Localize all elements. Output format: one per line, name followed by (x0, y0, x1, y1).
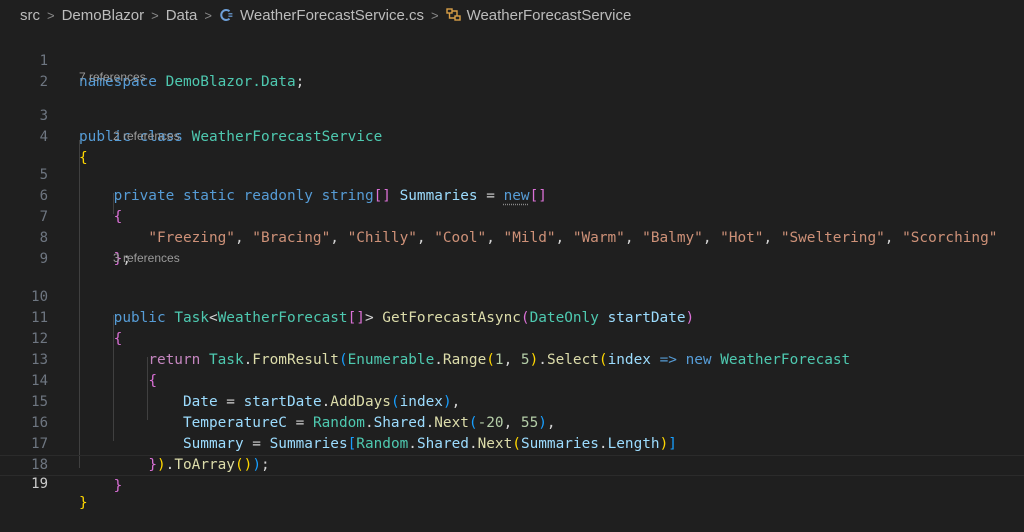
code-line[interactable]: 9 (0, 228, 1024, 267)
code-line-current[interactable]: 19 } (0, 455, 1024, 511)
breadcrumb: src > DemoBlazor > Data > WeatherForecas… (0, 0, 1024, 30)
code-line[interactable]: 7 "Freezing", "Bracing", "Chilly", "Cool… (0, 186, 1024, 246)
code-line[interactable]: 3 public class WeatherForecastService (0, 85, 1024, 145)
code-line[interactable]: 17 }).ToArray()); (0, 413, 1024, 473)
codelens-references[interactable]: 2 references (113, 127, 180, 145)
code-line[interactable]: 12 return Task.FromResult(Enumerable.Ran… (0, 308, 1024, 368)
token-bracket: } (113, 478, 123, 494)
token-class-name: WeatherForecastService (191, 129, 383, 145)
code-line[interactable]: 4 { (0, 106, 1024, 166)
chevron-right-icon: > (430, 7, 439, 23)
code-editor[interactable]: 1 namespace DemoBlazor.Data; 2 7 referen… (0, 30, 1024, 530)
code-line[interactable]: 2 (0, 51, 1024, 90)
code-line[interactable]: 11 { (0, 287, 1024, 347)
chevron-right-icon: > (47, 7, 55, 23)
code-line[interactable]: 6 { (0, 165, 1024, 225)
breadcrumb-item-symbol[interactable]: WeatherForecastService (467, 7, 632, 24)
breadcrumb-item-project[interactable]: DemoBlazor (62, 7, 145, 24)
code-line[interactable]: 1 namespace DemoBlazor.Data; (0, 30, 1024, 90)
token-bracket: } (79, 495, 88, 511)
code-line[interactable]: 16 Summary = Summaries[Random.Shared.Nex… (0, 392, 1024, 452)
line-number: 19 (31, 476, 48, 492)
chevron-right-icon: > (151, 7, 159, 23)
csharp-file-icon (219, 8, 233, 22)
code-line[interactable]: 13 { (0, 329, 1024, 389)
codelens-references[interactable]: 7 references (79, 68, 146, 86)
codelens-references[interactable]: 3 references (113, 249, 180, 267)
chevron-right-icon: > (204, 7, 212, 23)
code-line[interactable]: 15 TemperatureC = Random.Shared.Next(-20… (0, 371, 1024, 431)
code-line[interactable]: 14 Date = startDate.AddDays(index), (0, 350, 1024, 410)
code-line[interactable]: 18 } (0, 434, 1024, 494)
breadcrumb-item-src[interactable]: src (20, 7, 40, 24)
code-line[interactable]: 10 public Task<WeatherForecast[]> GetFor… (0, 266, 1024, 326)
class-symbol-icon (445, 8, 462, 22)
code-line[interactable]: 5 private static readonly string[] Summa… (0, 144, 1024, 204)
breadcrumb-item-file[interactable]: WeatherForecastService.cs (240, 7, 424, 24)
code-line[interactable]: 8 }; (0, 207, 1024, 267)
breadcrumb-item-folder[interactable]: Data (166, 7, 198, 24)
